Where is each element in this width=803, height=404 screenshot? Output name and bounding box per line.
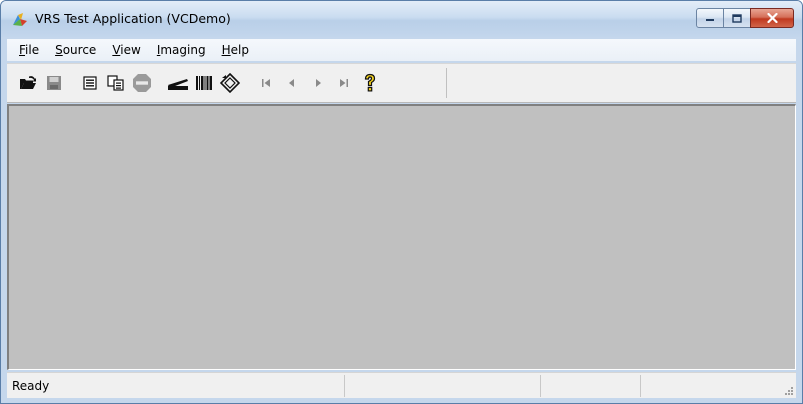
maximize-button[interactable] [723,8,751,28]
menu-file[interactable]: File [13,40,45,60]
menu-bar: File Source View Imaging Help [7,39,796,61]
close-icon [766,13,778,23]
close-button[interactable] [750,8,794,28]
app-window: VRS Test Application (VCDemo) File Sourc… [0,0,803,404]
open-button[interactable] [17,72,39,94]
scanner-button[interactable] [167,72,189,94]
image-view-area[interactable] [7,104,796,370]
barcode-icon [196,76,212,90]
properties-button[interactable] [79,72,101,94]
first-page-button[interactable] [255,72,277,94]
previous-page-button[interactable] [281,72,303,94]
menu-source-label: ource [62,43,97,57]
next-page-button[interactable] [307,72,329,94]
last-page-button[interactable] [333,72,355,94]
stop-icon [133,74,151,92]
rotate-button[interactable] [219,72,241,94]
help-icon [364,73,376,92]
menu-imaging[interactable]: Imaging [151,40,212,60]
title-bar[interactable]: VRS Test Application (VCDemo) [1,1,802,37]
resize-grip-icon[interactable] [784,386,794,396]
help-button[interactable] [359,72,381,94]
next-page-icon [316,79,321,87]
rotate-icon [220,73,240,93]
toolbar [7,63,796,103]
barcode-button[interactable] [193,72,215,94]
scanner-icon [168,79,188,90]
status-pane-3 [541,375,641,397]
menu-view[interactable]: View [106,40,146,60]
vrs-app-icon [13,13,27,26]
minimize-icon [706,19,714,21]
menu-source-mnemonic: S [55,43,63,57]
status-bar: Ready [7,372,796,398]
open-folder-icon [20,76,36,89]
menu-file-label: ile [25,43,40,57]
status-pane-2 [345,375,541,397]
stop-button[interactable] [131,72,153,94]
first-page-icon [262,79,270,87]
maximize-icon [732,13,742,23]
previous-page-icon [289,79,294,87]
menu-view-label: iew [120,43,141,57]
window-title: VRS Test Application (VCDemo) [35,11,231,26]
minimize-button[interactable] [696,8,724,28]
status-text: Ready [7,375,345,397]
menu-help-mnemonic: H [221,43,231,57]
menu-imaging-label: maging [160,43,206,57]
toolbar-buttons [7,68,447,98]
save-button[interactable] [43,72,65,94]
menu-source[interactable]: Source [49,40,102,60]
caption-buttons [696,8,794,28]
menu-help-label: elp [230,43,249,57]
properties-icon [83,76,97,90]
menu-help[interactable]: Help [216,40,255,60]
copy-button[interactable] [105,72,127,94]
copy-icon [107,75,124,91]
last-page-icon [340,79,348,87]
save-icon [47,76,61,90]
